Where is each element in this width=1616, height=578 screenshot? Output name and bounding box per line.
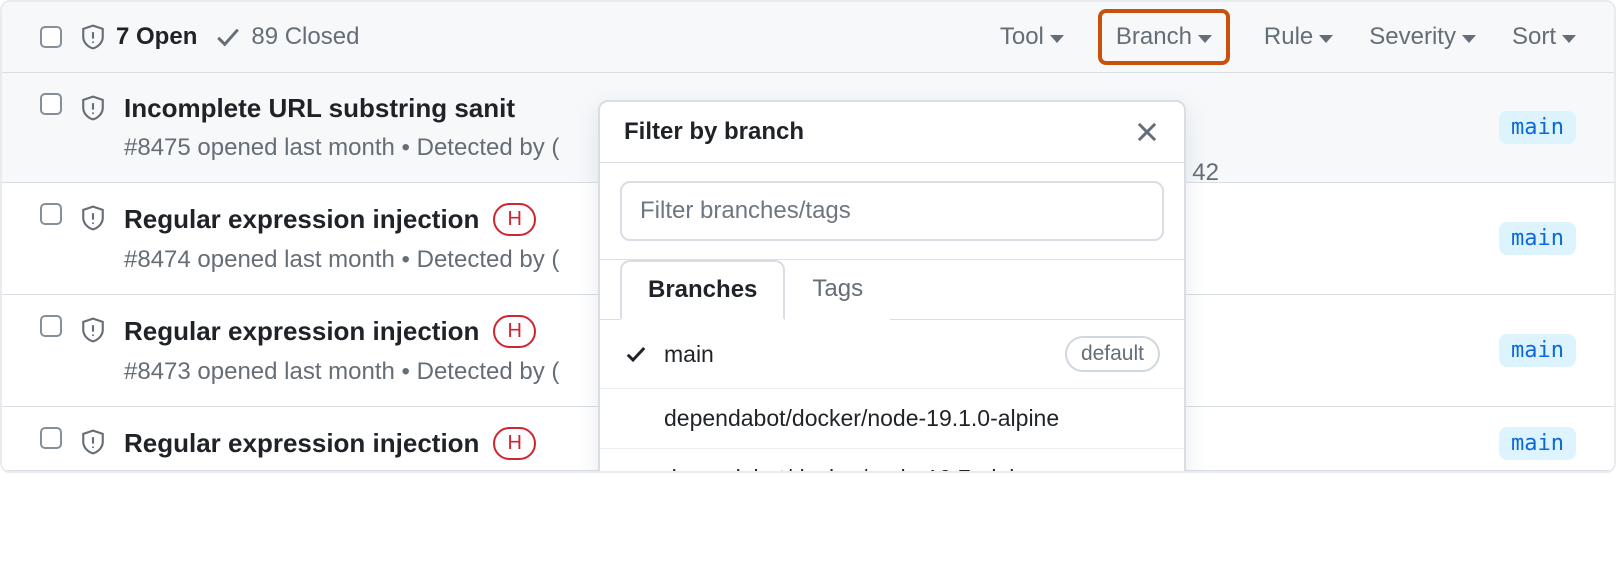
closed-alerts-count[interactable]: 89 Closed xyxy=(215,23,359,51)
shield-alert-icon xyxy=(80,22,106,52)
filter-rule-label: Rule xyxy=(1264,23,1313,51)
alerts-panel: 7 Open 89 Closed Tool Branch Rule xyxy=(0,0,1616,473)
alert-checkbox[interactable] xyxy=(40,315,62,337)
filter-severity[interactable]: Severity xyxy=(1369,23,1476,51)
branch-list[interactable]: main default dependabot/docker/node-19.1… xyxy=(600,320,1184,473)
branch-search-input[interactable] xyxy=(620,181,1164,241)
shield-alert-icon xyxy=(80,427,106,457)
filter-severity-label: Severity xyxy=(1369,23,1456,51)
shield-alert-icon xyxy=(80,93,106,123)
filter-tool-label: Tool xyxy=(1000,23,1044,51)
alert-title[interactable]: Regular expression injection xyxy=(124,316,479,347)
filter-sort[interactable]: Sort xyxy=(1512,23,1576,51)
popover-header: Filter by branch xyxy=(600,102,1184,163)
severity-pill: H xyxy=(493,203,535,236)
popover-search-wrap xyxy=(600,163,1184,260)
check-icon xyxy=(215,24,241,50)
alert-title[interactable]: Incomplete URL substring sanit xyxy=(124,93,515,124)
alert-title[interactable]: Regular expression injection xyxy=(124,428,479,459)
branch-badge[interactable]: main xyxy=(1499,427,1576,460)
check-icon xyxy=(624,342,648,366)
branch-badge[interactable]: main xyxy=(1499,111,1576,144)
caret-down-icon xyxy=(1198,35,1212,43)
tab-branches[interactable]: Branches xyxy=(620,260,785,320)
closed-count-text: 89 Closed xyxy=(251,23,359,51)
alerts-toolbar: 7 Open 89 Closed Tool Branch Rule xyxy=(2,2,1614,73)
alert-checkbox[interactable] xyxy=(40,93,62,115)
filter-branch-label: Branch xyxy=(1116,23,1192,51)
severity-pill: H xyxy=(493,427,535,460)
branch-name: dependabot/docker/node-19.7-alpine xyxy=(664,465,1040,473)
shield-alert-icon xyxy=(80,203,106,233)
branch-item[interactable]: main default xyxy=(600,320,1184,389)
filter-rule[interactable]: Rule xyxy=(1264,23,1333,51)
default-badge: default xyxy=(1065,336,1160,372)
branch-badge[interactable]: main xyxy=(1499,222,1576,255)
close-icon[interactable] xyxy=(1134,119,1160,145)
tab-tags[interactable]: Tags xyxy=(785,260,890,320)
branch-badge[interactable]: main xyxy=(1499,334,1576,367)
toolbar-left: 7 Open 89 Closed xyxy=(40,22,359,52)
caret-down-icon xyxy=(1319,35,1333,43)
popover-title: Filter by branch xyxy=(624,118,804,146)
caret-down-icon xyxy=(1050,35,1064,43)
branch-filter-popover: Filter by branch Branches Tags main defa… xyxy=(598,100,1186,473)
caret-down-icon xyxy=(1462,35,1476,43)
severity-pill: H xyxy=(493,315,535,348)
popover-tabs: Branches Tags xyxy=(600,259,1184,320)
shield-alert-icon xyxy=(80,315,106,345)
filter-tool[interactable]: Tool xyxy=(1000,23,1064,51)
toolbar-right: Tool Branch Rule Severity Sort xyxy=(1000,23,1576,51)
branch-name: dependabot/docker/node-19.1.0-alpine xyxy=(664,405,1059,432)
alert-checkbox[interactable] xyxy=(40,427,62,449)
filter-branch[interactable]: Branch xyxy=(1098,9,1230,65)
open-alerts-count[interactable]: 7 Open xyxy=(80,22,197,52)
alert-title[interactable]: Regular expression injection xyxy=(124,204,479,235)
caret-down-icon xyxy=(1562,35,1576,43)
branch-name: main xyxy=(664,341,714,368)
branch-item[interactable]: dependabot/docker/node-19.7-alpine xyxy=(600,449,1184,473)
select-all-checkbox[interactable] xyxy=(40,26,62,48)
branch-item[interactable]: dependabot/docker/node-19.1.0-alpine xyxy=(600,389,1184,449)
alert-checkbox[interactable] xyxy=(40,203,62,225)
open-count-text: 7 Open xyxy=(116,23,197,51)
filter-sort-label: Sort xyxy=(1512,23,1556,51)
